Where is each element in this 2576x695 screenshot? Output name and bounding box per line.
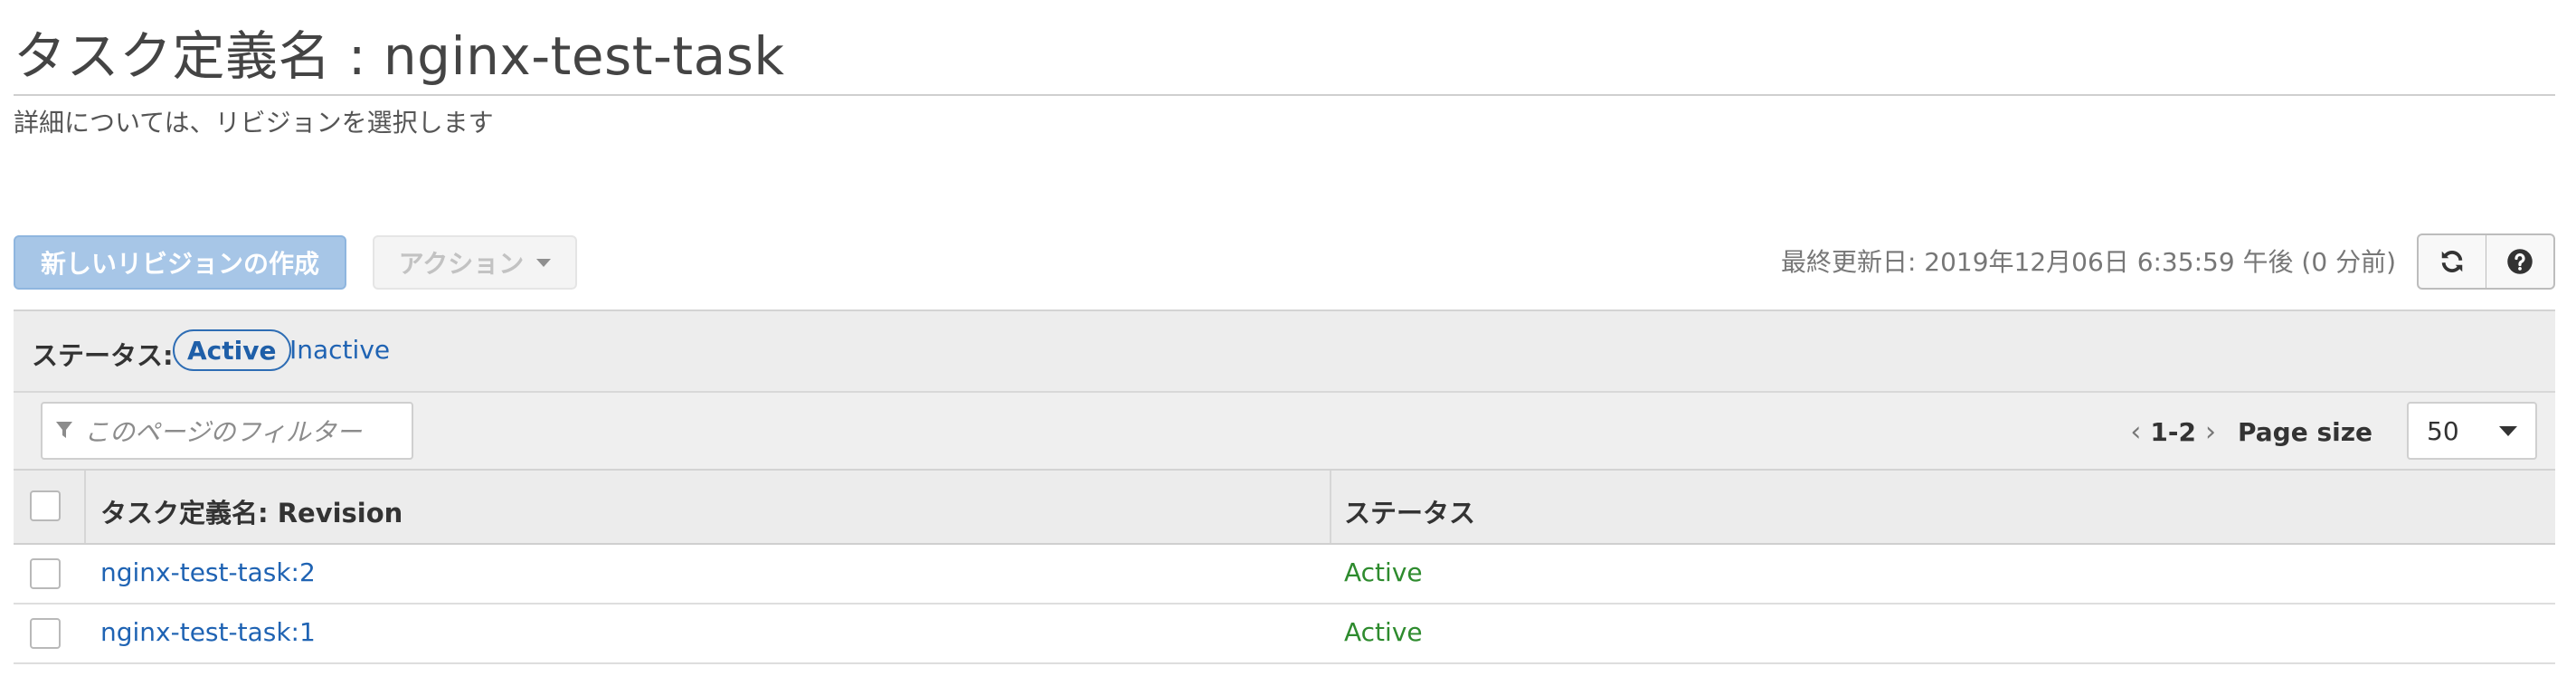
chevron-right-icon[interactable]: › bbox=[2205, 416, 2216, 448]
revision-status: Active bbox=[1344, 557, 1423, 587]
revision-status: Active bbox=[1344, 617, 1423, 647]
chevron-left-icon[interactable]: ‹ bbox=[2130, 416, 2141, 448]
page-range: 1-2 bbox=[2150, 417, 2196, 447]
select-all-checkbox[interactable] bbox=[30, 490, 61, 521]
filter-icon bbox=[56, 422, 72, 438]
filter-bar: このページのフィルター ‹ 1-2 › Page size 50 bbox=[14, 393, 2555, 471]
status-filter-active[interactable]: Active bbox=[173, 329, 291, 371]
page-subtitle: 詳細については、リビジョンを選択します bbox=[14, 108, 494, 138]
help-button[interactable] bbox=[2486, 233, 2555, 290]
create-revision-label: 新しいリビジョンの作成 bbox=[40, 249, 319, 279]
page-size-select[interactable]: 50 bbox=[2407, 402, 2537, 460]
page-title: タスク定義名 : nginx-test-task bbox=[14, 25, 785, 87]
pagination: ‹ 1-2 › Page size bbox=[2121, 416, 2372, 448]
caret-down-icon bbox=[2499, 425, 2517, 436]
select-all-cell bbox=[14, 471, 86, 543]
column-divider bbox=[1330, 471, 1331, 543]
refresh-icon bbox=[2441, 251, 2463, 272]
status-filter-bar: ステータス: Active Inactive bbox=[14, 311, 2555, 393]
caret-down-icon bbox=[536, 258, 552, 267]
actions-label: アクション bbox=[398, 249, 525, 279]
actions-dropdown-button[interactable]: アクション bbox=[373, 235, 577, 290]
revisions-panel: ステータス: Active Inactive このページのフィルター ‹ 1-2… bbox=[14, 309, 2555, 664]
table-row: nginx-test-task:1 Active bbox=[14, 605, 2555, 664]
title-divider bbox=[14, 94, 2555, 96]
status-filter-inactive[interactable]: Inactive bbox=[289, 335, 390, 365]
create-revision-button[interactable]: 新しいリビジョンの作成 bbox=[14, 235, 346, 290]
row-checkbox[interactable] bbox=[30, 558, 61, 589]
refresh-button[interactable] bbox=[2417, 233, 2487, 290]
revision-link[interactable]: nginx-test-task:2 bbox=[100, 557, 316, 587]
filter-input[interactable]: このページのフィルター bbox=[41, 402, 413, 460]
filter-placeholder: このページのフィルター bbox=[84, 417, 362, 447]
page-size-label: Page size bbox=[2238, 417, 2372, 447]
last-updated-text: 最終更新日: 2019年12月06日 6:35:59 午後 (0 分前) bbox=[1780, 247, 2396, 277]
help-icon bbox=[2507, 249, 2533, 274]
row-checkbox[interactable] bbox=[30, 618, 61, 649]
status-filter-label: ステータス: bbox=[32, 340, 174, 371]
column-header-status[interactable]: ステータス bbox=[1344, 492, 1475, 530]
column-header-revision[interactable]: タスク定義名: Revision bbox=[100, 492, 402, 530]
page-size-value: 50 bbox=[2427, 415, 2459, 446]
table-row: nginx-test-task:2 Active bbox=[14, 545, 2555, 605]
revision-link[interactable]: nginx-test-task:1 bbox=[100, 617, 316, 647]
table-header: タスク定義名: Revision ステータス bbox=[14, 471, 2555, 545]
